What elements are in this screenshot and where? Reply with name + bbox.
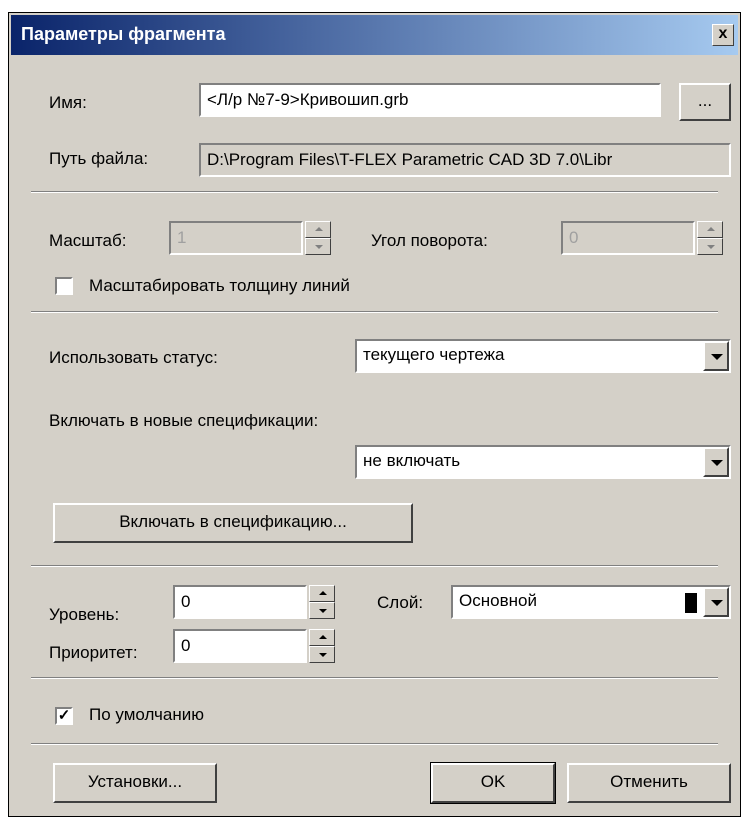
status-label: Использовать статус: (49, 348, 218, 367)
name-label: Имя: (49, 93, 87, 112)
title-bar[interactable]: Параметры фрагмента x (11, 15, 738, 55)
spec-value: не включать (363, 451, 461, 470)
chevron-down-icon[interactable] (703, 341, 729, 371)
browse-button[interactable]: ... (679, 83, 731, 121)
level-down-arrow-icon[interactable] (309, 602, 335, 619)
level-spinner[interactable] (309, 585, 335, 619)
status-value: текущего чертежа (363, 345, 505, 364)
level-label: Уровень: (49, 605, 120, 624)
layer-label: Слой: (377, 593, 424, 612)
scale-field[interactable]: 1 (169, 221, 303, 255)
path-label: Путь файла: (49, 149, 149, 168)
chevron-down-icon[interactable] (703, 447, 729, 477)
separator (31, 677, 718, 679)
spec-dropdown[interactable]: не включать (355, 445, 731, 479)
level-up-arrow-icon[interactable] (309, 585, 335, 602)
chevron-down-icon[interactable] (703, 587, 729, 617)
layer-dropdown[interactable]: Основной (451, 585, 731, 619)
separator (31, 311, 718, 313)
window-title: Параметры фрагмента (21, 24, 226, 44)
close-button[interactable]: x (712, 24, 734, 46)
scale-spinner[interactable] (305, 221, 331, 255)
status-dropdown[interactable]: текущего чертежа (355, 339, 731, 373)
priority-field[interactable]: 0 (173, 629, 307, 663)
rotation-field[interactable]: 0 (561, 221, 695, 255)
separator (31, 191, 718, 193)
settings-button[interactable]: Установки... (53, 763, 217, 803)
fragment-parameters-dialog: Параметры фрагмента x Имя: <Л/р №7-9>Кри… (8, 12, 741, 817)
priority-up-arrow-icon[interactable] (309, 629, 335, 646)
cancel-button[interactable]: Отменить (567, 763, 731, 803)
rotation-label: Угол поворота: (371, 231, 488, 250)
priority-label: Приоритет: (49, 643, 138, 662)
default-checkbox[interactable]: ✓ (55, 707, 73, 725)
priority-spinner[interactable] (309, 629, 335, 663)
scale-up-arrow-icon[interactable] (305, 221, 331, 238)
scale-down-arrow-icon[interactable] (305, 238, 331, 255)
layer-color-swatch (685, 593, 697, 613)
scale-lines-label: Масштабировать толщину линий (89, 276, 350, 295)
scale-lines-checkbox[interactable] (55, 277, 73, 295)
name-field[interactable]: <Л/р №7-9>Кривошип.grb (199, 83, 661, 117)
rotation-up-arrow-icon[interactable] (697, 221, 723, 238)
rotation-down-arrow-icon[interactable] (697, 238, 723, 255)
include-in-spec-button[interactable]: Включать в спецификацию... (53, 503, 413, 543)
ok-button[interactable]: OK (430, 762, 556, 804)
separator (31, 565, 718, 567)
layer-value: Основной (459, 591, 537, 610)
separator (31, 743, 718, 745)
priority-down-arrow-icon[interactable] (309, 646, 335, 663)
default-label: По умолчанию (89, 705, 204, 724)
rotation-spinner[interactable] (697, 221, 723, 255)
level-field[interactable]: 0 (173, 585, 307, 619)
spec-label: Включать в новые спецификации: (49, 411, 319, 430)
path-field[interactable]: D:\Program Files\T-FLEX Parametric CAD 3… (199, 143, 731, 177)
scale-label: Масштаб: (49, 231, 127, 250)
